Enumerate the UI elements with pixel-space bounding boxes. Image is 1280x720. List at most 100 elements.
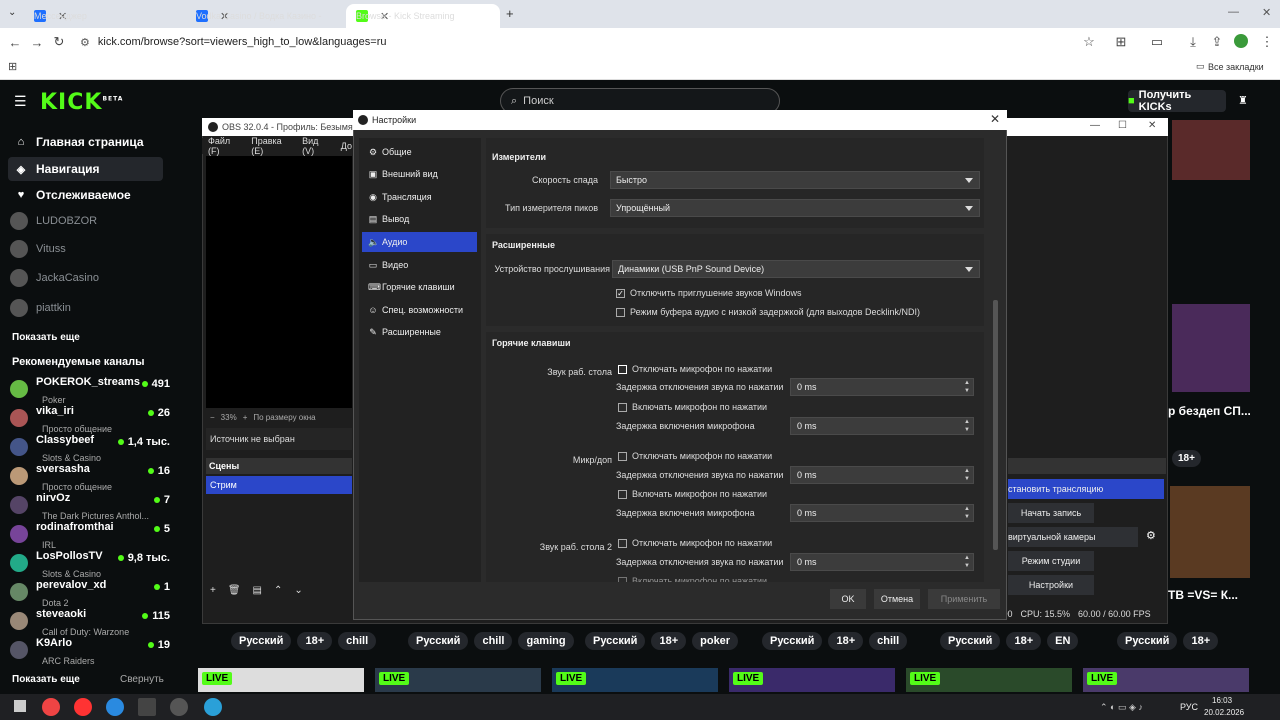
followed-channel[interactable]: JackaCasino <box>10 267 170 289</box>
cat-general[interactable]: ⚙ Общие <box>362 142 477 162</box>
stream-thumbnail[interactable]: LIVE <box>375 668 541 692</box>
decay-rate-select[interactable]: Быстро <box>610 171 980 189</box>
tab-messenger[interactable]: Мессенджер ✕ <box>24 4 182 28</box>
obs-preview[interactable] <box>206 156 352 408</box>
filter-icon[interactable]: ▤ <box>253 585 262 596</box>
cat-hotkeys[interactable]: ⌨ Горячие клавиши <box>362 277 477 297</box>
back-icon[interactable]: ← <box>4 31 26 53</box>
stream-title[interactable]: р бездеп СП... <box>1168 404 1251 418</box>
get-kicks-button[interactable]: ■ Получить KICKs <box>1128 89 1226 113</box>
mute-ptt-checkbox[interactable]: Отключать микрофон по нажатии <box>618 364 772 374</box>
talk-ptt-checkbox[interactable]: Включать микрофон по нажатии <box>618 576 767 582</box>
app-icon[interactable] <box>138 698 156 716</box>
down-icon[interactable]: ⌄ <box>294 585 302 596</box>
language-indicator[interactable]: РУС <box>1180 702 1198 712</box>
followed-channel[interactable]: Vituss <box>10 238 170 260</box>
close-icon[interactable]: ✕ <box>1148 120 1156 131</box>
cat-advanced[interactable]: ✎ Расширенные <box>362 322 477 342</box>
recommended-channel[interactable]: steveaoki Call of Duty: Warzone 115 <box>10 608 170 637</box>
zoom-in-button[interactable]: + <box>243 413 248 422</box>
nav-browse[interactable]: ◈ Навигация <box>8 157 163 181</box>
stream-thumbnail[interactable]: LIVE <box>729 668 895 692</box>
site-info-icon[interactable]: ⚙ <box>80 36 90 49</box>
menu-icon[interactable]: ⋮ <box>1256 31 1278 53</box>
gear-icon[interactable]: ⚙ <box>1146 529 1156 542</box>
scrollbar[interactable] <box>993 300 998 550</box>
recommended-channel[interactable]: sversasha Просто общение 16 <box>10 463 170 492</box>
profile-avatar[interactable] <box>1234 34 1248 48</box>
maximize-icon[interactable]: ☐ <box>1118 120 1127 131</box>
cat-stream[interactable]: ◉ Трансляция <box>362 187 477 207</box>
edge-icon[interactable] <box>106 698 124 716</box>
extensions-icon[interactable]: ⊞ <box>1110 31 1132 53</box>
stream-thumbnail[interactable] <box>1170 486 1250 578</box>
recommended-channel[interactable]: POKEROK_streams Poker 491 <box>10 376 170 405</box>
cast-icon[interactable]: ▭ <box>1146 31 1168 53</box>
menu-file[interactable]: Файл (F) <box>208 136 239 156</box>
forward-icon[interactable]: → <box>26 31 48 53</box>
zoom-out-button[interactable]: − <box>210 413 215 422</box>
followed-channel[interactable]: LUDOBZOR <box>10 210 170 232</box>
apply-button[interactable]: Применить <box>928 589 1000 609</box>
obs-taskbar-icon[interactable] <box>170 698 188 716</box>
menu-edit[interactable]: Правка (E) <box>251 136 290 156</box>
address-bar[interactable]: ⚙ kick.com/browse?sort=viewers_high_to_l… <box>80 31 1100 53</box>
stream-thumbnail[interactable]: LIVE <box>552 668 718 692</box>
virtual-camera-button[interactable]: виртуальной камеры <box>1008 527 1138 547</box>
cancel-button[interactable]: Отмена <box>874 589 920 609</box>
add-icon[interactable]: + <box>210 585 216 596</box>
recommended-channel[interactable]: K9Arlo ARC Raiders 19 <box>10 637 170 666</box>
low-latency-checkbox[interactable]: Режим буфера аудио с низкой задержкой (д… <box>616 307 920 317</box>
followed-channel[interactable]: piattkin <box>10 297 170 319</box>
mute-delay-spinbox[interactable]: 0 ms ▲ ▼ <box>790 466 974 484</box>
minimize-icon[interactable]: — <box>1090 120 1100 131</box>
up-icon[interactable]: ⌃ <box>274 585 282 596</box>
close-window-icon[interactable]: ✕ <box>1262 6 1271 19</box>
show-more-link[interactable]: Показать еще <box>12 674 80 685</box>
all-bookmarks[interactable]: Все закладки <box>1208 62 1264 72</box>
peak-meter-select[interactable]: Упрощённый <box>610 199 980 217</box>
talk-delay-spinbox[interactable]: 0 ms ▲ ▼ <box>790 417 974 435</box>
ok-button[interactable]: OK <box>830 589 866 609</box>
recommended-channel[interactable]: rodinafromthai IRL 5 <box>10 521 170 550</box>
stream-thumbnail[interactable]: LIVE <box>198 668 364 692</box>
reload-icon[interactable]: ↻ <box>48 31 70 53</box>
share-icon[interactable]: ⇪ <box>1206 31 1228 53</box>
mute-ptt-checkbox[interactable]: Отключать микрофон по нажатии <box>618 538 772 548</box>
talk-ptt-checkbox[interactable]: Включать микрофон по нажатии <box>618 489 767 499</box>
tab-vodka[interactable]: Vodka Casino / Водка Казино - ✕ <box>186 4 344 28</box>
recommended-channel[interactable]: LosPollosTV Slots & Casino 9,8 тыс. <box>10 550 170 579</box>
tray-icons[interactable]: ⌃ ◐ ▭ ◈ ♪ <box>1100 702 1143 713</box>
telegram-icon[interactable] <box>204 698 222 716</box>
mute-delay-spinbox[interactable]: 0 ms ▲ ▼ <box>790 378 974 396</box>
mute-delay-spinbox[interactable]: 0 ms ▲ ▼ <box>790 553 974 571</box>
mute-ptt-checkbox[interactable]: Отключать микрофон по нажатии <box>618 451 772 461</box>
menu-view[interactable]: Вид (V) <box>302 136 329 156</box>
trash-icon[interactable]: 🗑 <box>228 585 241 596</box>
star-icon[interactable]: ☆ <box>1078 31 1100 53</box>
hamburger-icon[interactable]: ☰ <box>14 93 27 110</box>
fit-window[interactable]: По размеру окна <box>253 413 315 422</box>
stream-title[interactable]: ТВ =VS= К... <box>1168 588 1238 602</box>
talk-ptt-checkbox[interactable]: Включать микрофон по нажатии <box>618 402 767 412</box>
clock-time[interactable]: 16:03 <box>1212 696 1232 705</box>
recommended-channel[interactable]: perevalov_xd Dota 21 <box>10 579 170 608</box>
recommended-channel[interactable]: nirvOz The Dark Pictures Anthol... 7 <box>10 492 170 521</box>
new-tab-icon[interactable]: + <box>506 6 514 21</box>
cat-audio[interactable]: 🔈 Аудио <box>362 232 477 252</box>
talk-delay-spinbox[interactable]: 0 ms ▲ ▼ <box>790 504 974 522</box>
kick-logo[interactable]: KICKBETA <box>40 90 123 115</box>
disable-ducking-checkbox[interactable]: ✓ Отключить приглушение звуков Windows <box>616 288 802 298</box>
nav-following[interactable]: ♥ Отслеживаемое <box>8 183 163 207</box>
windows-icon[interactable] <box>14 700 26 712</box>
cat-output[interactable]: ▤ Вывод <box>362 209 477 229</box>
menu-more[interactable]: До <box>341 141 352 151</box>
tab-search-icon[interactable]: ⌄ <box>8 7 16 18</box>
recommended-channel[interactable]: vika_iri Просто общение 26 <box>10 405 170 434</box>
clock-date[interactable]: 20.02.2026 <box>1204 708 1244 717</box>
close-icon[interactable]: ✕ <box>990 112 1000 126</box>
cat-appearance[interactable]: ▣ Внешний вид <box>362 164 477 184</box>
stream-thumbnail[interactable] <box>1172 120 1250 180</box>
download-icon[interactable]: ⤓ <box>1182 31 1204 53</box>
cat-video[interactable]: ▭ Видео <box>362 255 477 275</box>
